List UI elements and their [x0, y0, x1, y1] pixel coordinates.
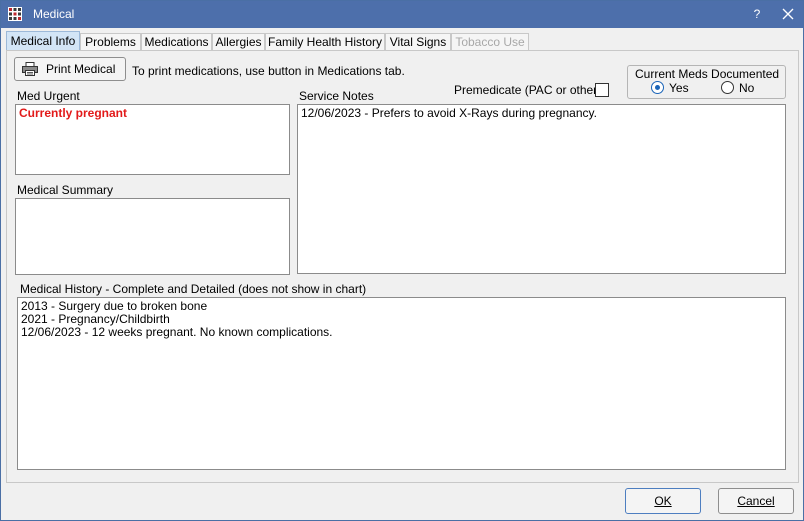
cancel-button[interactable]: Cancel — [718, 488, 794, 514]
med-urgent-field[interactable]: Currently pregnant — [15, 104, 290, 175]
premedicate-checkbox[interactable] — [595, 83, 609, 97]
tab-medications[interactable]: Medications — [141, 33, 212, 50]
printer-icon — [22, 62, 38, 76]
current-meds-no-radio[interactable] — [721, 81, 734, 94]
radio-selected-dot — [655, 85, 660, 90]
current-meds-group: Current Meds Documented Yes No — [627, 65, 786, 99]
service-notes-label: Service Notes — [299, 89, 374, 103]
print-medical-button[interactable]: Print Medical — [14, 57, 126, 81]
current-meds-title: Current Meds Documented — [634, 67, 781, 81]
print-medical-label: Print Medical — [46, 62, 116, 76]
med-urgent-label: Med Urgent — [17, 89, 80, 103]
service-notes-field[interactable]: 12/06/2023 - Prefers to avoid X-Rays dur… — [297, 104, 786, 274]
current-meds-yes-label[interactable]: Yes — [669, 81, 689, 95]
medical-history-line: 12/06/2023 - 12 weeks pregnant. No known… — [21, 325, 333, 339]
window-title: Medical — [33, 7, 75, 21]
medical-window: Medical ? Medical Info Problems Medicati… — [0, 0, 804, 521]
medical-summary-label: Medical Summary — [17, 183, 114, 197]
service-notes-text: 12/06/2023 - Prefers to avoid X-Rays dur… — [301, 106, 597, 120]
premedicate-label: Premedicate (PAC or other) — [454, 83, 602, 97]
tab-vital-signs[interactable]: Vital Signs — [385, 33, 451, 50]
ok-button[interactable]: OK — [625, 488, 701, 514]
tab-medical-info[interactable]: Medical Info — [6, 31, 80, 51]
tab-problems[interactable]: Problems — [80, 33, 141, 50]
title-bar: Medical ? — [1, 1, 803, 28]
medical-info-panel: Print Medical To print medications, use … — [6, 50, 799, 483]
print-hint-text: To print medications, use button in Medi… — [132, 64, 405, 78]
ok-button-label: OK — [654, 494, 672, 508]
medical-history-field[interactable]: 2013 - Surgery due to broken bone 2021 -… — [17, 297, 786, 470]
cancel-button-label: Cancel — [737, 494, 775, 508]
medical-history-label: Medical History - Complete and Detailed … — [20, 282, 367, 296]
med-urgent-text: Currently pregnant — [19, 106, 128, 120]
close-icon[interactable] — [777, 4, 799, 24]
app-grid-icon — [8, 7, 22, 21]
current-meds-yes-radio[interactable] — [651, 81, 664, 94]
tab-tobacco-use: Tobacco Use — [451, 33, 529, 50]
medical-summary-field[interactable] — [15, 198, 290, 275]
tab-family-health-history[interactable]: Family Health History — [265, 33, 385, 50]
tab-allergies[interactable]: Allergies — [212, 33, 265, 50]
help-button[interactable]: ? — [747, 4, 767, 24]
current-meds-no-label[interactable]: No — [739, 81, 754, 95]
